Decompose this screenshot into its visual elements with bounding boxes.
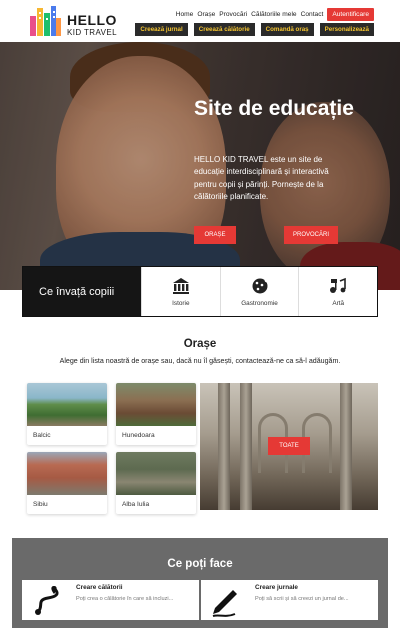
- feature-card-trips[interactable]: Creare călătorii Poți crea o călătorie î…: [22, 580, 199, 620]
- city-card-hunedoara[interactable]: Hunedoara: [116, 383, 196, 445]
- nav-provocari[interactable]: Provocări: [219, 11, 247, 18]
- all-cities-button[interactable]: TOATE: [268, 437, 310, 455]
- features-section-title: Ce poți face: [167, 558, 233, 570]
- nav-orase[interactable]: Orașe: [197, 11, 215, 18]
- city-card-sibiu[interactable]: Sibiu: [27, 452, 107, 514]
- route-icon: [35, 586, 59, 615]
- city-card-balcic[interactable]: Balcic: [27, 383, 107, 445]
- columns-icon: [172, 277, 189, 294]
- brand-tagline: KID TRAVEL: [67, 28, 117, 37]
- hero-description: HELLO KID TRAVEL este un site de educați…: [194, 155, 329, 202]
- login-button[interactable]: Autentificare: [327, 8, 374, 21]
- topic-history[interactable]: Istorie: [141, 267, 220, 316]
- hero-title: Site de educație: [194, 97, 354, 120]
- feature-title: Creare jurnale: [255, 584, 298, 591]
- cities-section-title: Orașe: [183, 338, 217, 350]
- city-photo: [27, 383, 107, 426]
- city-card-alba-iulia[interactable]: Alba Iulia: [116, 452, 196, 514]
- topic-gastronomy-label: Gastronomie: [241, 299, 278, 307]
- topic-gastronomy[interactable]: Gastronomie: [219, 267, 299, 316]
- pen-icon: [212, 590, 237, 617]
- cities-section-subtitle: Alege din lista noastră de orașe sau, da…: [59, 357, 341, 365]
- learning-topics-title: Ce învață copiii: [23, 267, 141, 316]
- city-name: Sibiu: [33, 501, 48, 508]
- learning-topics-bar: Ce învață copiii Istorie Gastronomie Art…: [22, 266, 378, 317]
- city-name: Alba Iulia: [122, 501, 150, 508]
- city-photo: [116, 383, 196, 426]
- hero-banner: Site de educație HELLO KID TRAVEL este u…: [0, 42, 400, 290]
- city-logo-icon[interactable]: [28, 4, 62, 36]
- feature-title: Creare călătorii: [76, 584, 123, 591]
- cookie-icon: [252, 277, 269, 293]
- customize-button[interactable]: Personalizează: [319, 23, 374, 36]
- city-photo: [27, 452, 107, 495]
- brand-name[interactable]: HELLO: [67, 12, 117, 28]
- nav-calatoriile-mele[interactable]: Călătoriile mele: [251, 11, 296, 18]
- city-name: Balcic: [33, 432, 51, 439]
- topic-art[interactable]: Artă: [298, 267, 377, 316]
- nav-contact[interactable]: Contact: [301, 11, 324, 18]
- topic-history-label: Istorie: [172, 299, 190, 307]
- feature-description: Poți crea o călătorie în care să incluzi…: [76, 596, 174, 602]
- feature-description: Poți să scrii și să creezi un jurnal de.…: [255, 596, 349, 602]
- hero-challenges-button[interactable]: PROVOCĂRI: [284, 226, 338, 244]
- music-icon: [330, 277, 346, 293]
- main-nav: Home Orașe Provocări Călătoriile mele Co…: [176, 8, 374, 21]
- nav-home[interactable]: Home: [176, 11, 194, 18]
- order-city-button[interactable]: Comandă oraș: [260, 23, 314, 36]
- create-journal-button[interactable]: Creează jurnal: [135, 23, 188, 36]
- site-header: HELLO KID TRAVEL Home Orașe Provocări Că…: [0, 0, 400, 42]
- feature-card-journals[interactable]: Creare jurnale Poți să scrii și să creez…: [201, 580, 378, 620]
- city-photo: [116, 452, 196, 495]
- city-name: Hunedoara: [122, 432, 155, 439]
- topic-art-label: Artă: [332, 299, 345, 307]
- create-trip-button[interactable]: Creează călătorie: [193, 23, 255, 36]
- action-nav: Creează jurnal Creează călătorie Comandă…: [135, 23, 374, 36]
- hero-cities-button[interactable]: ORAȘE: [194, 226, 236, 244]
